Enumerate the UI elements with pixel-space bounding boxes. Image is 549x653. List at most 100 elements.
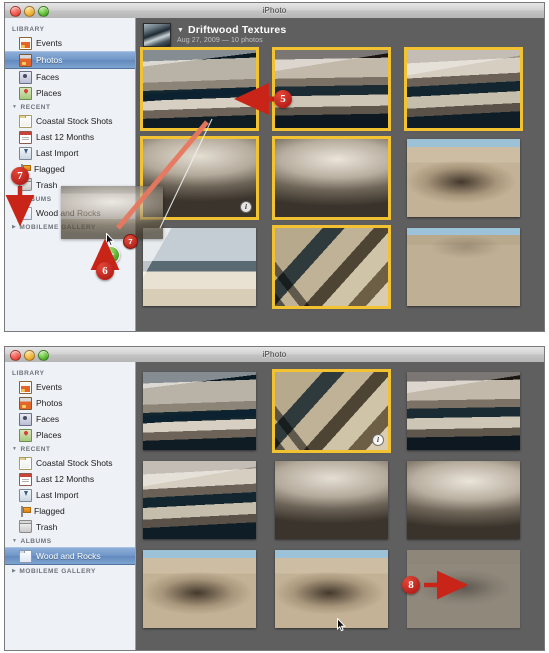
photo-thumbnail[interactable] <box>272 225 391 309</box>
sidebar-item-flagged[interactable]: Flagged <box>5 503 135 519</box>
sidebar-bottom[interactable]: LIBRARY Events Photos Faces Places ▼ RECENT Coa… <box>5 362 136 650</box>
sidebar-item-label: Photos <box>36 55 63 65</box>
thumbnail-image <box>407 461 520 539</box>
sidebar-section-label: LIBRARY <box>12 26 45 33</box>
close-button[interactable] <box>10 6 21 17</box>
photo-thumbnail[interactable] <box>140 47 259 131</box>
thumbnail-image <box>143 372 256 450</box>
sidebar-item-photos[interactable]: Photos <box>5 395 135 411</box>
zoom-button[interactable] <box>38 350 49 361</box>
sidebar-section-header-recent[interactable]: ▼ RECENT <box>5 443 135 455</box>
iphoto-window-bottom[interactable]: iPhoto LIBRARY Events Photos Faces Places ▼ RE… <box>4 346 545 651</box>
info-badge-icon[interactable]: i <box>372 434 384 446</box>
sidebar-item-label: Flagged <box>34 164 65 174</box>
thumbnail-image <box>143 228 256 306</box>
titlebar-top[interactable]: iPhoto <box>5 3 544 19</box>
iphoto-window-top[interactable]: iPhoto LIBRARY Events Photos Faces Places ▼ RE… <box>4 2 545 332</box>
section-disclosure-icon[interactable]: ▼ <box>12 447 18 452</box>
photo-thumbnail[interactable]: i <box>272 369 391 453</box>
info-badge-icon[interactable]: i <box>240 201 252 213</box>
sidebar-item-coastal-stock-shots[interactable]: Coastal Stock Shots <box>5 113 135 129</box>
photo-grid-bottom[interactable]: i <box>136 369 544 628</box>
drag-count-badge: 7 <box>123 234 138 249</box>
sidebar-item-last-import[interactable]: Last Import <box>5 145 135 161</box>
photo-thumbnail[interactable] <box>404 47 523 131</box>
photo-thumbnail[interactable] <box>143 550 256 628</box>
thumbnail-image <box>272 47 391 131</box>
section-disclosure-icon[interactable]: ▶ <box>12 569 16 574</box>
photo-thumbnail[interactable] <box>275 461 388 539</box>
faces-icon <box>19 70 32 84</box>
thumbnail-image <box>272 136 391 220</box>
photo-grid-row <box>143 461 544 539</box>
sidebar-section-header-recent[interactable]: ▼ RECENT <box>5 101 135 113</box>
photo-thumbnail[interactable] <box>407 372 520 450</box>
photo-thumbnail[interactable] <box>143 372 256 450</box>
sidebar-item-places[interactable]: Places <box>5 85 135 101</box>
sidebar-item-last-import[interactable]: Last Import <box>5 487 135 503</box>
sidebar-item-last-12-months[interactable]: Last 12 Months <box>5 471 135 487</box>
sidebar-item-places[interactable]: Places <box>5 427 135 443</box>
sidebar-section-header-albums[interactable]: ▼ ALBUMS <box>5 193 135 205</box>
window-title: iPhoto <box>262 350 287 359</box>
zoom-button[interactable] <box>38 6 49 17</box>
minimize-button[interactable] <box>24 6 35 17</box>
content-pane-bottom[interactable]: i <box>136 362 544 650</box>
flag-icon <box>19 505 31 517</box>
photo-thumbnail[interactable] <box>407 228 520 306</box>
photo-thumbnail[interactable]: i <box>140 136 259 220</box>
sidebar-item-label: Events <box>36 38 62 48</box>
titlebar-bottom[interactable]: iPhoto <box>5 347 544 363</box>
thumbnail-image <box>143 550 256 628</box>
window-controls-bottom[interactable] <box>10 350 49 361</box>
sidebar-item-label: Photos <box>36 398 63 408</box>
photo-thumbnail[interactable] <box>275 550 388 628</box>
thumbnail-image <box>140 47 259 131</box>
sidebar-section-header-mobileme-gallery[interactable]: ▶ MOBILEME GALLERY <box>5 221 135 233</box>
sidebar-item-label: Last Import <box>36 148 79 158</box>
album-icon <box>19 549 32 563</box>
minimize-button[interactable] <box>24 350 35 361</box>
sidebar-section-label: LIBRARY <box>12 370 45 377</box>
sidebar-item-coastal-stock-shots[interactable]: Coastal Stock Shots <box>5 455 135 471</box>
sidebar-item-events[interactable]: Events <box>5 379 135 395</box>
window-controls-top[interactable] <box>10 6 49 17</box>
event-subtitle: Aug 27, 2009 — 10 photos <box>177 37 263 44</box>
sidebar-item-wood-and-rocks[interactable]: Wood and Rocks <box>5 205 135 221</box>
photo-thumbnail[interactable] <box>143 461 256 539</box>
faces-icon <box>19 412 32 426</box>
sidebar-item-events[interactable]: Events <box>5 35 135 51</box>
callout-5: 5 <box>274 90 292 108</box>
content-pane-top[interactable]: ▼ Driftwood Textures Aug 27, 2009 — 10 p… <box>136 18 544 331</box>
section-disclosure-icon[interactable]: ▼ <box>12 539 18 544</box>
sidebar-section-header-library: LIBRARY <box>5 367 135 379</box>
photo-thumbnail[interactable] <box>272 136 391 220</box>
photo-thumbnail[interactable] <box>407 461 520 539</box>
photo-thumbnail[interactable] <box>272 47 391 131</box>
disclosure-triangle-icon[interactable]: ▼ <box>177 27 184 34</box>
sidebar-item-label: Trash <box>36 180 58 190</box>
photo-thumbnail[interactable] <box>143 228 256 306</box>
sidebar-item-trash[interactable]: Trash <box>5 519 135 535</box>
event-key-photo[interactable] <box>143 23 171 47</box>
section-disclosure-icon[interactable]: ▼ <box>12 197 18 202</box>
sidebar-section-label: MOBILEME GALLERY <box>19 224 96 231</box>
sidebar-section-header-mobileme-gallery[interactable]: ▶ MOBILEME GALLERY <box>5 565 135 577</box>
events-icon <box>19 36 32 50</box>
sidebar-section-header-albums[interactable]: ▼ ALBUMS <box>5 535 135 547</box>
sidebar-item-last-12-months[interactable]: Last 12 Months <box>5 129 135 145</box>
photo-thumbnail[interactable] <box>407 550 520 628</box>
sidebar-item-wood-and-rocks[interactable]: Wood and Rocks <box>5 547 135 565</box>
section-disclosure-icon[interactable]: ▼ <box>12 105 18 110</box>
sidebar-item-faces[interactable]: Faces <box>5 69 135 85</box>
photo-thumbnail[interactable] <box>407 139 520 217</box>
photo-grid-top[interactable]: i <box>136 47 544 309</box>
sidebar-item-photos[interactable]: Photos <box>5 51 135 69</box>
event-header: ▼ Driftwood Textures Aug 27, 2009 — 10 p… <box>136 18 544 50</box>
section-disclosure-icon[interactable]: ▶ <box>12 225 16 230</box>
calendar-icon <box>19 130 32 144</box>
folder-icon <box>19 456 32 470</box>
close-button[interactable] <box>10 350 21 361</box>
sidebar-item-faces[interactable]: Faces <box>5 411 135 427</box>
sidebar-section-header-library: LIBRARY <box>5 23 135 35</box>
